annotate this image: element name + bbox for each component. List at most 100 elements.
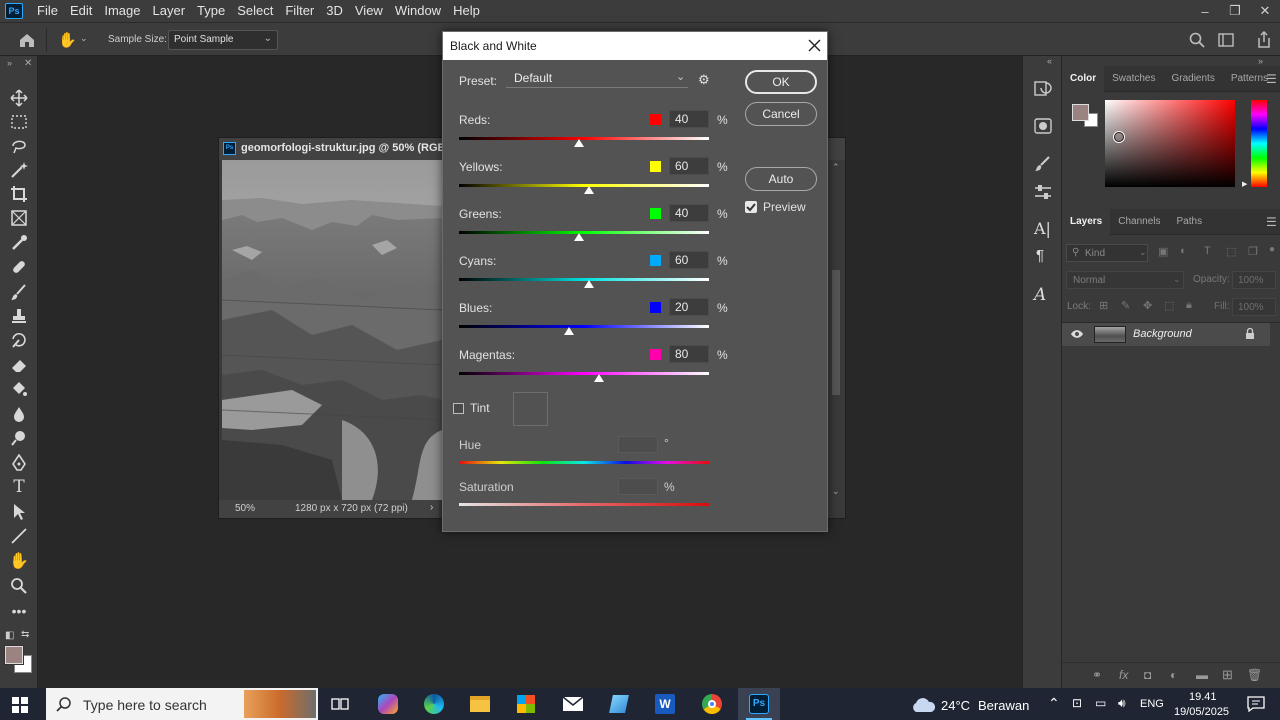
- home-icon[interactable]: [18, 32, 36, 48]
- swap-colors-icon[interactable]: ⇆: [21, 629, 29, 640]
- tint-color-swatch[interactable]: [513, 392, 548, 426]
- file-explorer-icon[interactable]: [468, 692, 492, 716]
- new-adjustment-icon[interactable]: ◐: [1170, 668, 1177, 682]
- layer-style-icon[interactable]: fx: [1119, 668, 1128, 682]
- reds-value-input[interactable]: 40: [669, 110, 709, 128]
- new-group-icon[interactable]: ▬: [1196, 668, 1208, 682]
- color-field[interactable]: [1105, 100, 1235, 187]
- filter-pixel-icon[interactable]: ▣: [1158, 245, 1168, 258]
- show-hidden-icons-icon[interactable]: ⌃: [1048, 695, 1060, 712]
- microsoft-store-icon[interactable]: [514, 692, 538, 716]
- blues-slider-thumb[interactable]: [564, 327, 574, 335]
- task-view-icon[interactable]: [328, 692, 352, 716]
- menu-filter[interactable]: Filter: [279, 0, 320, 22]
- scrollbar-thumb[interactable]: [832, 270, 840, 395]
- clock-time[interactable]: 19.41: [1189, 691, 1217, 703]
- workspace-icon[interactable]: [1218, 33, 1234, 47]
- taskbar-search-box[interactable]: Type here to search: [46, 688, 318, 720]
- line-tool-icon[interactable]: [9, 526, 29, 546]
- hue-value-input[interactable]: [618, 436, 658, 453]
- chevron-right-icon[interactable]: ›: [430, 502, 433, 513]
- pen-tool-icon[interactable]: [9, 453, 29, 473]
- crop-tool-icon[interactable]: [9, 184, 29, 204]
- yellows-value-input[interactable]: 60: [669, 157, 709, 175]
- layer-name[interactable]: Background: [1133, 328, 1192, 340]
- notes-app-icon[interactable]: [607, 692, 631, 716]
- microsoft-word-icon[interactable]: W: [653, 692, 677, 716]
- menu-3d[interactable]: 3D: [320, 0, 349, 22]
- foreground-color-swatch[interactable]: [4, 645, 24, 665]
- language-indicator[interactable]: ENG: [1140, 698, 1164, 710]
- network-icon[interactable]: ▭: [1095, 696, 1106, 710]
- fill-field[interactable]: 100%: [1232, 298, 1276, 316]
- reds-slider-track[interactable]: [459, 137, 709, 140]
- greens-value-input[interactable]: 40: [669, 204, 709, 222]
- new-layer-icon[interactable]: ⊞: [1222, 667, 1233, 683]
- tab-gradients[interactable]: Gradients: [1163, 66, 1222, 92]
- mail-icon[interactable]: [561, 692, 585, 716]
- paragraph-panel-icon[interactable]: ¶: [1036, 247, 1056, 267]
- weather-temperature[interactable]: 24°C: [941, 698, 970, 713]
- move-tool-icon[interactable]: [9, 88, 29, 108]
- hue-slider-marker-icon[interactable]: ▶: [1242, 180, 1247, 188]
- history-panel-icon[interactable]: [1033, 78, 1053, 98]
- menu-select[interactable]: Select: [231, 0, 279, 22]
- scroll-up-icon[interactable]: ⌃: [832, 162, 840, 173]
- fg-swatch-small[interactable]: [1072, 104, 1089, 121]
- marquee-tool-icon[interactable]: [9, 112, 29, 132]
- menu-view[interactable]: View: [349, 0, 389, 22]
- eyedropper-hand-tool-icon[interactable]: ✋: [58, 31, 77, 49]
- paint-bucket-tool-icon[interactable]: [9, 379, 29, 399]
- tint-checkbox[interactable]: [453, 403, 464, 414]
- document-info[interactable]: 1280 px x 720 px (72 ppi): [295, 503, 408, 514]
- filter-smart-object-icon[interactable]: ❐: [1248, 245, 1258, 258]
- volume-icon[interactable]: 🔊︎: [1118, 696, 1126, 711]
- properties-panel-icon[interactable]: [1033, 182, 1053, 202]
- clock-date[interactable]: 19/05/2025: [1174, 706, 1229, 718]
- menu-image[interactable]: Image: [98, 0, 146, 22]
- filter-adjustment-icon[interactable]: ◐: [1180, 245, 1187, 257]
- greens-slider-thumb[interactable]: [574, 233, 584, 241]
- sample-size-dropdown[interactable]: Point Sample ⌄: [168, 30, 278, 50]
- close-app-button[interactable]: ✕: [1250, 0, 1280, 22]
- preset-dropdown[interactable]: Default ⌄: [506, 70, 688, 88]
- magentas-slider-track[interactable]: [459, 372, 709, 375]
- lock-transparent-icon[interactable]: ⊞: [1099, 299, 1108, 312]
- link-layers-icon[interactable]: ⚭: [1092, 668, 1102, 682]
- tool-preset-chevron-icon[interactable]: ⌄: [80, 33, 88, 44]
- brush-tool-icon[interactable]: [9, 282, 29, 302]
- zoom-level[interactable]: 50%: [235, 503, 255, 514]
- healing-brush-tool-icon[interactable]: [9, 257, 29, 277]
- cancel-button[interactable]: Cancel: [745, 102, 817, 126]
- tab-color[interactable]: Color: [1062, 65, 1105, 92]
- reds-slider-thumb[interactable]: [574, 139, 584, 147]
- eye-visibility-icon[interactable]: [1070, 329, 1084, 339]
- hue-slider[interactable]: [1251, 100, 1267, 187]
- search-icon[interactable]: [1189, 32, 1205, 48]
- history-brush-tool-icon[interactable]: [9, 330, 29, 350]
- copilot-icon[interactable]: [376, 692, 400, 716]
- lock-position-icon[interactable]: ✥: [1143, 299, 1152, 312]
- menu-type[interactable]: Type: [191, 0, 231, 22]
- clone-stamp-tool-icon[interactable]: [9, 306, 29, 326]
- magic-wand-tool-icon[interactable]: [9, 160, 29, 180]
- type-tool-icon[interactable]: T: [9, 477, 29, 497]
- frame-tool-icon[interactable]: [9, 208, 29, 228]
- weather-cloud-icon[interactable]: [910, 697, 936, 713]
- lock-image-icon[interactable]: ✎: [1121, 299, 1130, 312]
- color-panel-menu-icon[interactable]: ☰: [1266, 66, 1277, 92]
- photoshop-taskbar-icon[interactable]: Ps: [747, 692, 771, 716]
- opacity-field[interactable]: 100%: [1232, 271, 1276, 289]
- meet-now-icon[interactable]: ⊡: [1072, 696, 1082, 710]
- lock-all-icon[interactable]: 🔒︎: [1186, 299, 1192, 312]
- blues-value-input[interactable]: 20: [669, 298, 709, 316]
- greens-slider-track[interactable]: [459, 231, 709, 234]
- weather-description[interactable]: Berawan: [978, 698, 1029, 713]
- blend-mode-dropdown[interactable]: Normal ⌄: [1066, 271, 1184, 289]
- menu-help[interactable]: Help: [447, 0, 486, 22]
- yellows-slider-thumb[interactable]: [584, 186, 594, 194]
- layer-row-background[interactable]: Background: [1062, 323, 1270, 346]
- layer-kind-filter[interactable]: ⚲ Kind ⌄: [1066, 244, 1148, 262]
- windows-start-icon[interactable]: [12, 697, 28, 713]
- magentas-slider-thumb[interactable]: [594, 374, 604, 382]
